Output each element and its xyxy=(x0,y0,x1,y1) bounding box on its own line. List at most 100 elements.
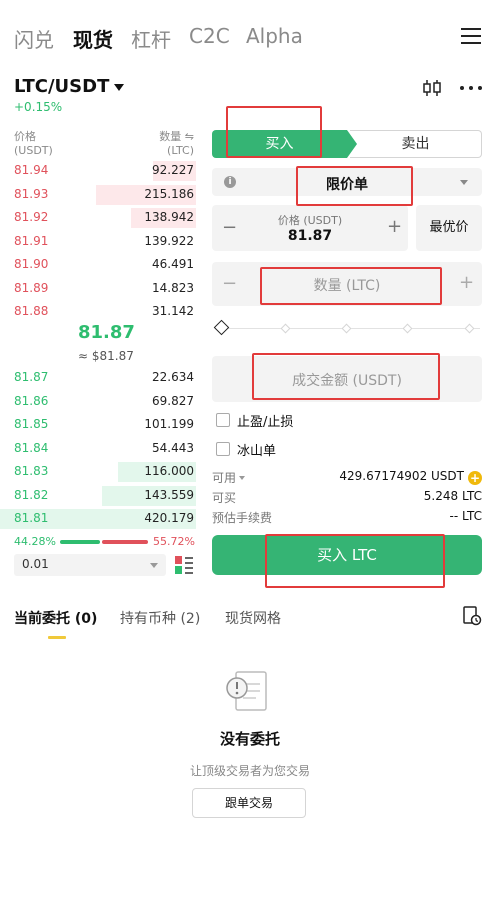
slider-node-100[interactable] xyxy=(464,323,475,334)
ask-price: 81.92 xyxy=(14,210,49,224)
last-price[interactable]: 81.87 xyxy=(78,322,135,343)
slider-node-75[interactable] xyxy=(402,323,413,334)
precision-select[interactable]: 0.01 xyxy=(14,554,166,576)
quantity-placeholder: 数量 (LTC) xyxy=(313,278,381,294)
fee-label: 预估手续费 xyxy=(212,511,273,525)
price-plus-button[interactable]: + xyxy=(387,216,402,237)
bid-row[interactable]: 81.81 420.179 xyxy=(0,508,202,530)
can-buy-label: 可买 xyxy=(212,491,237,505)
bid-quantity: 116.000 xyxy=(144,464,194,478)
ask-row[interactable]: 81.90 46.491 xyxy=(0,254,202,276)
chevron-down-icon xyxy=(460,180,468,185)
ask-row[interactable]: 81.91 139.922 xyxy=(0,231,202,253)
tab-margin[interactable]: 杠杆 xyxy=(131,24,171,53)
buy-ratio: 44.28% xyxy=(14,535,56,548)
orderbook-layout-icon[interactable] xyxy=(175,555,193,575)
ask-quantity: 139.922 xyxy=(144,233,194,248)
slider-node-50[interactable] xyxy=(341,323,352,334)
copy-trade-button[interactable]: 跟单交易 xyxy=(192,788,306,818)
buy-submit-button[interactable]: 买入 LTC xyxy=(212,535,482,575)
quantity-input[interactable]: − 数量 (LTC) + xyxy=(212,262,482,306)
can-buy-row: 可买 5.248 LTC xyxy=(212,488,482,506)
price-input[interactable]: − 价格 (USDT) 81.87 + xyxy=(212,205,408,251)
empty-orders-icon xyxy=(226,671,267,711)
bid-row[interactable]: 81.85 101.199 xyxy=(0,414,202,436)
bid-price: 81.85 xyxy=(14,417,49,431)
bid-price: 81.87 xyxy=(14,370,49,384)
bid-quantity: 54.443 xyxy=(152,440,194,455)
order-history-icon[interactable] xyxy=(462,606,482,626)
ask-quantity: 215.186 xyxy=(144,186,194,201)
ask-row[interactable]: 81.94 92.227 xyxy=(0,160,202,182)
bid-price: 81.82 xyxy=(14,487,49,502)
deposit-plus-icon[interactable]: + xyxy=(468,471,482,485)
tab-alpha[interactable]: Alpha xyxy=(246,24,303,48)
slider-track xyxy=(224,328,480,329)
chevron-down-icon[interactable] xyxy=(239,476,246,480)
bid-price: 81.84 xyxy=(14,440,49,455)
pair-selector[interactable]: LTC/USDT xyxy=(14,76,109,97)
pair-caret-icon[interactable] xyxy=(114,84,124,91)
ask-row[interactable]: 81.88 31.142 xyxy=(0,301,202,323)
bid-row[interactable]: 81.86 69.827 xyxy=(0,391,202,413)
tp-sl-checkbox[interactable] xyxy=(216,413,230,427)
bid-quantity: 143.559 xyxy=(144,487,194,502)
sell-tab[interactable]: 卖出 xyxy=(350,130,482,158)
can-buy-value: 5.248 LTC xyxy=(423,489,482,503)
ask-quantity: 31.142 xyxy=(152,304,194,318)
tab-spot[interactable]: 现货 xyxy=(73,24,113,53)
ask-quantity: 46.491 xyxy=(152,257,194,271)
best-price-button[interactable]: 最优价 xyxy=(416,205,482,251)
bid-quantity: 22.634 xyxy=(152,370,194,384)
ask-price: 81.90 xyxy=(14,257,49,271)
sell-ratio: 55.72% xyxy=(153,535,195,548)
bid-quantity: 420.179 xyxy=(144,511,194,525)
ask-quantity: 92.227 xyxy=(152,163,194,177)
order-type-label: 限价单 xyxy=(326,177,368,193)
bid-price: 81.86 xyxy=(14,393,49,408)
ask-row[interactable]: 81.89 14.823 xyxy=(0,278,202,300)
bid-quantity: 101.199 xyxy=(144,417,194,431)
ob-qty-header[interactable]: 数量 ⇋ (LTC) xyxy=(152,130,194,158)
ask-row[interactable]: 81.92 138.942 xyxy=(0,207,202,229)
price-input-label: 价格 (USDT) xyxy=(277,214,343,227)
bid-row[interactable]: 81.87 22.634 xyxy=(0,367,202,389)
order-type-select[interactable]: i 限价单 xyxy=(212,168,482,196)
ask-quantity: 14.823 xyxy=(152,280,194,295)
tab-holdings[interactable]: 持有币种 (2) xyxy=(120,608,200,628)
qty-plus-button[interactable]: + xyxy=(459,272,474,293)
buy-tab[interactable]: 买入 xyxy=(212,130,347,158)
tab-open-orders[interactable]: 当前委托 (0) xyxy=(14,608,97,628)
slider-thumb[interactable] xyxy=(213,319,230,336)
iceberg-checkbox[interactable] xyxy=(216,442,230,456)
fee-value: -- LTC xyxy=(449,509,482,523)
available-label[interactable]: 可用 xyxy=(212,471,236,485)
iceberg-label[interactable]: 冰山单 xyxy=(237,440,276,459)
ob-price-header: 价格 (USDT) xyxy=(14,130,53,157)
total-amount-placeholder: 成交金额 (USDT) xyxy=(292,373,402,389)
bid-price: 81.81 xyxy=(14,511,49,525)
tab-c2c[interactable]: C2C xyxy=(189,24,230,48)
sell-ratio-bar xyxy=(102,540,148,544)
tab-spot-grid[interactable]: 现货网格 xyxy=(225,608,281,628)
tp-sl-label[interactable]: 止盈/止损 xyxy=(237,411,293,430)
slider-node-25[interactable] xyxy=(280,323,291,334)
available-value: 429.67174902 USDT xyxy=(339,469,464,483)
precision-value: 0.01 xyxy=(22,557,49,571)
price-input-value[interactable]: 81.87 xyxy=(212,228,408,244)
bid-row[interactable]: 81.82 143.559 xyxy=(0,485,202,507)
bid-quantity: 69.827 xyxy=(152,393,194,408)
more-icon[interactable] xyxy=(460,86,482,91)
ask-quantity: 138.942 xyxy=(144,210,194,224)
ask-price: 81.94 xyxy=(14,163,49,177)
bid-row[interactable]: 81.83 116.000 xyxy=(0,461,202,483)
menu-icon[interactable] xyxy=(461,27,481,45)
amount-slider[interactable] xyxy=(213,319,480,336)
candlestick-chart-icon[interactable] xyxy=(422,79,442,97)
buy-ratio-bar xyxy=(60,540,100,544)
price-change: +0.15% xyxy=(14,100,63,114)
bid-row[interactable]: 81.84 54.443 xyxy=(0,438,202,460)
ask-row[interactable]: 81.93 215.186 xyxy=(0,184,202,206)
tab-swap[interactable]: 闪兑 xyxy=(14,24,54,53)
total-amount-input[interactable]: 成交金额 (USDT) xyxy=(212,356,482,402)
